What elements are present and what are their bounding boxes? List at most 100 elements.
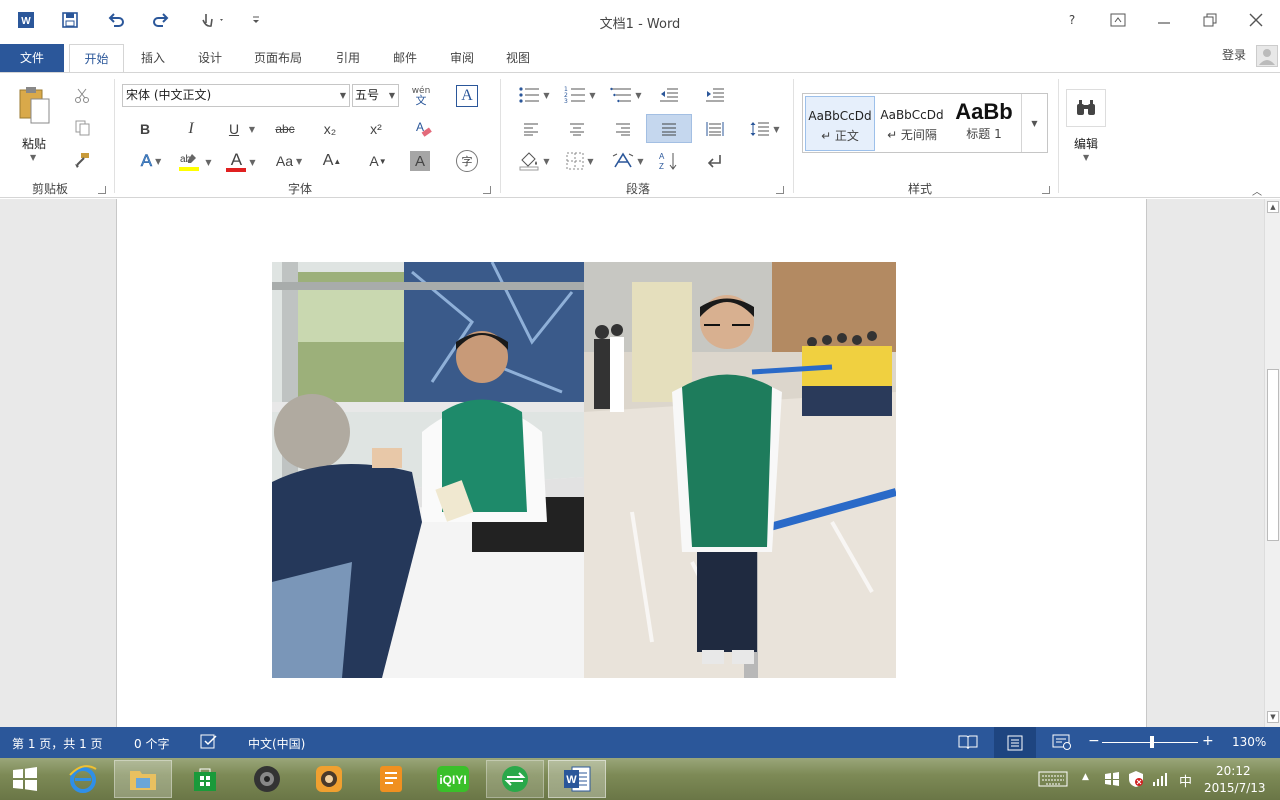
notes-app-icon[interactable] — [362, 760, 420, 798]
read-mode-icon[interactable] — [958, 734, 978, 750]
bold-button[interactable]: B — [134, 117, 156, 141]
enclose-characters-button[interactable]: 字 — [456, 150, 478, 172]
print-layout-icon[interactable] — [994, 727, 1036, 758]
show-paragraph-marks-icon[interactable] — [702, 149, 728, 173]
word-count[interactable]: 0 个字 — [134, 735, 169, 752]
tab-file[interactable]: 文件 — [0, 44, 64, 73]
browser-app-icon[interactable] — [486, 760, 544, 798]
vertical-scrollbar[interactable]: ▲ ▼ — [1264, 199, 1280, 727]
scroll-up-icon[interactable]: ▲ — [1267, 201, 1279, 213]
tab-view[interactable]: 视图 — [497, 44, 539, 73]
touch-keyboard-icon[interactable] — [1038, 771, 1068, 787]
tab-design[interactable]: 设计 — [189, 44, 231, 73]
action-center-flag-icon[interactable] — [1104, 771, 1120, 787]
align-left-icon[interactable] — [518, 117, 544, 141]
tab-mailings[interactable]: 邮件 — [384, 44, 426, 73]
styles-more-icon[interactable]: ▼ — [1021, 94, 1047, 152]
line-spacing-button[interactable]: ▼ — [748, 117, 782, 141]
iqiyi-icon[interactable]: iQIYI — [424, 760, 482, 798]
proofing-icon[interactable] — [200, 734, 218, 750]
strikethrough-button[interactable]: abc — [270, 117, 300, 141]
paste-dropdown-icon[interactable]: ▼ — [30, 153, 36, 162]
distributed-icon[interactable] — [702, 117, 728, 141]
highlight-color-button[interactable]: ab ▼ — [176, 149, 214, 175]
multilevel-list-button[interactable]: ▼ — [608, 83, 644, 107]
bullets-button[interactable]: ▼ — [516, 83, 552, 107]
login-link[interactable]: 登录 — [1222, 44, 1246, 66]
phonetic-guide-icon[interactable]: wén 文 — [408, 83, 434, 109]
style-no-spacing[interactable]: AaBbCcDd ↵ 无间隔 — [877, 96, 947, 151]
document-page[interactable] — [116, 199, 1147, 727]
copy-icon[interactable] — [70, 117, 94, 139]
store-icon[interactable] — [176, 760, 234, 798]
paste-icon[interactable] — [12, 85, 56, 125]
styles-launcher-icon[interactable] — [1042, 186, 1050, 194]
word-taskbar-icon[interactable]: W — [548, 760, 606, 798]
tab-insert[interactable]: 插入 — [132, 44, 174, 73]
cut-icon[interactable] — [70, 85, 94, 107]
network-signal-icon[interactable] — [1152, 771, 1168, 787]
borders-button[interactable]: ▼ — [562, 149, 598, 173]
clock-date[interactable]: 2015/7/13 — [1204, 781, 1266, 795]
show-hidden-icons-icon[interactable]: ▲ — [1082, 772, 1089, 782]
italic-button[interactable]: I — [180, 117, 202, 141]
justify-button[interactable] — [646, 114, 692, 143]
zoom-in-button[interactable]: + — [1202, 733, 1214, 749]
chinese-layout-button[interactable]: ▼ — [610, 149, 646, 173]
increase-indent-icon[interactable] — [702, 83, 728, 107]
zoom-out-button[interactable]: − — [1088, 733, 1100, 749]
grow-font-button[interactable]: A ▲ — [320, 149, 344, 173]
superscript-button[interactable]: x² — [364, 117, 388, 141]
tab-references[interactable]: 引用 — [327, 44, 369, 73]
video-app-icon[interactable] — [300, 760, 358, 798]
clock-time[interactable]: 20:12 — [1216, 764, 1251, 778]
underline-dropdown-icon[interactable]: ▼ — [246, 117, 258, 141]
ribbon-display-options-icon[interactable] — [1098, 6, 1138, 34]
minimize-button[interactable] — [1144, 6, 1184, 34]
align-right-icon[interactable] — [610, 117, 636, 141]
font-launcher-icon[interactable] — [483, 186, 491, 194]
decrease-indent-icon[interactable] — [656, 83, 682, 107]
change-case-button[interactable]: Aa ▼ — [272, 149, 306, 173]
inserted-photo[interactable] — [272, 262, 896, 678]
zoom-level[interactable]: 130% — [1232, 735, 1266, 749]
style-heading-1[interactable]: AaBb 标题 1 — [949, 96, 1019, 151]
tab-review[interactable]: 审阅 — [441, 44, 483, 73]
font-name-select[interactable]: 宋体 (中文正文) ▼ — [122, 84, 350, 107]
page-count[interactable]: 第 1 页，共 1 页 — [12, 735, 103, 752]
windows-start-icon[interactable] — [0, 760, 50, 798]
scroll-thumb[interactable] — [1267, 369, 1279, 541]
media-player-icon[interactable] — [238, 760, 296, 798]
style-normal[interactable]: AaBbCcDd ↵ 正文 — [805, 96, 875, 151]
subscript-button[interactable]: x₂ — [318, 117, 342, 141]
shading-button[interactable]: ▼ — [516, 149, 552, 173]
scroll-down-icon[interactable]: ▼ — [1267, 711, 1279, 723]
align-center-icon[interactable] — [564, 117, 590, 141]
find-binoculars-icon[interactable] — [1066, 89, 1106, 127]
clear-formatting-icon[interactable]: A — [410, 117, 436, 141]
language-indicator[interactable]: 中文(中国) — [248, 735, 305, 752]
zoom-slider-thumb[interactable] — [1150, 736, 1154, 748]
font-color-button[interactable]: A ▼ — [222, 149, 260, 175]
avatar[interactable] — [1256, 45, 1278, 67]
underline-button[interactable]: U — [224, 117, 244, 141]
restore-button[interactable] — [1190, 6, 1230, 34]
editing-label[interactable]: 编辑 — [1066, 135, 1106, 152]
font-size-select[interactable]: 五号 ▼ — [352, 84, 399, 107]
editing-dropdown-icon[interactable]: ▼ — [1083, 153, 1089, 162]
ime-indicator[interactable]: 中 — [1179, 771, 1192, 790]
paragraph-launcher-icon[interactable] — [776, 186, 784, 194]
ie-browser-icon[interactable] — [54, 760, 112, 798]
sort-icon[interactable]: AZ — [656, 149, 682, 173]
numbering-button[interactable]: 1 2 3 ▼ — [562, 83, 598, 107]
character-shading-button[interactable]: A — [410, 151, 430, 171]
tab-home[interactable]: 开始 — [69, 44, 124, 74]
web-layout-icon[interactable] — [1052, 734, 1072, 750]
shrink-font-button[interactable]: A ▼ — [366, 149, 390, 173]
security-alert-icon[interactable] — [1128, 770, 1144, 788]
format-painter-icon[interactable] — [70, 149, 94, 171]
text-effects-button[interactable]: A ▼ — [136, 149, 166, 173]
help-button[interactable]: ? — [1052, 6, 1092, 34]
clipboard-launcher-icon[interactable] — [98, 186, 106, 194]
paste-label[interactable]: 粘贴 — [16, 135, 52, 152]
